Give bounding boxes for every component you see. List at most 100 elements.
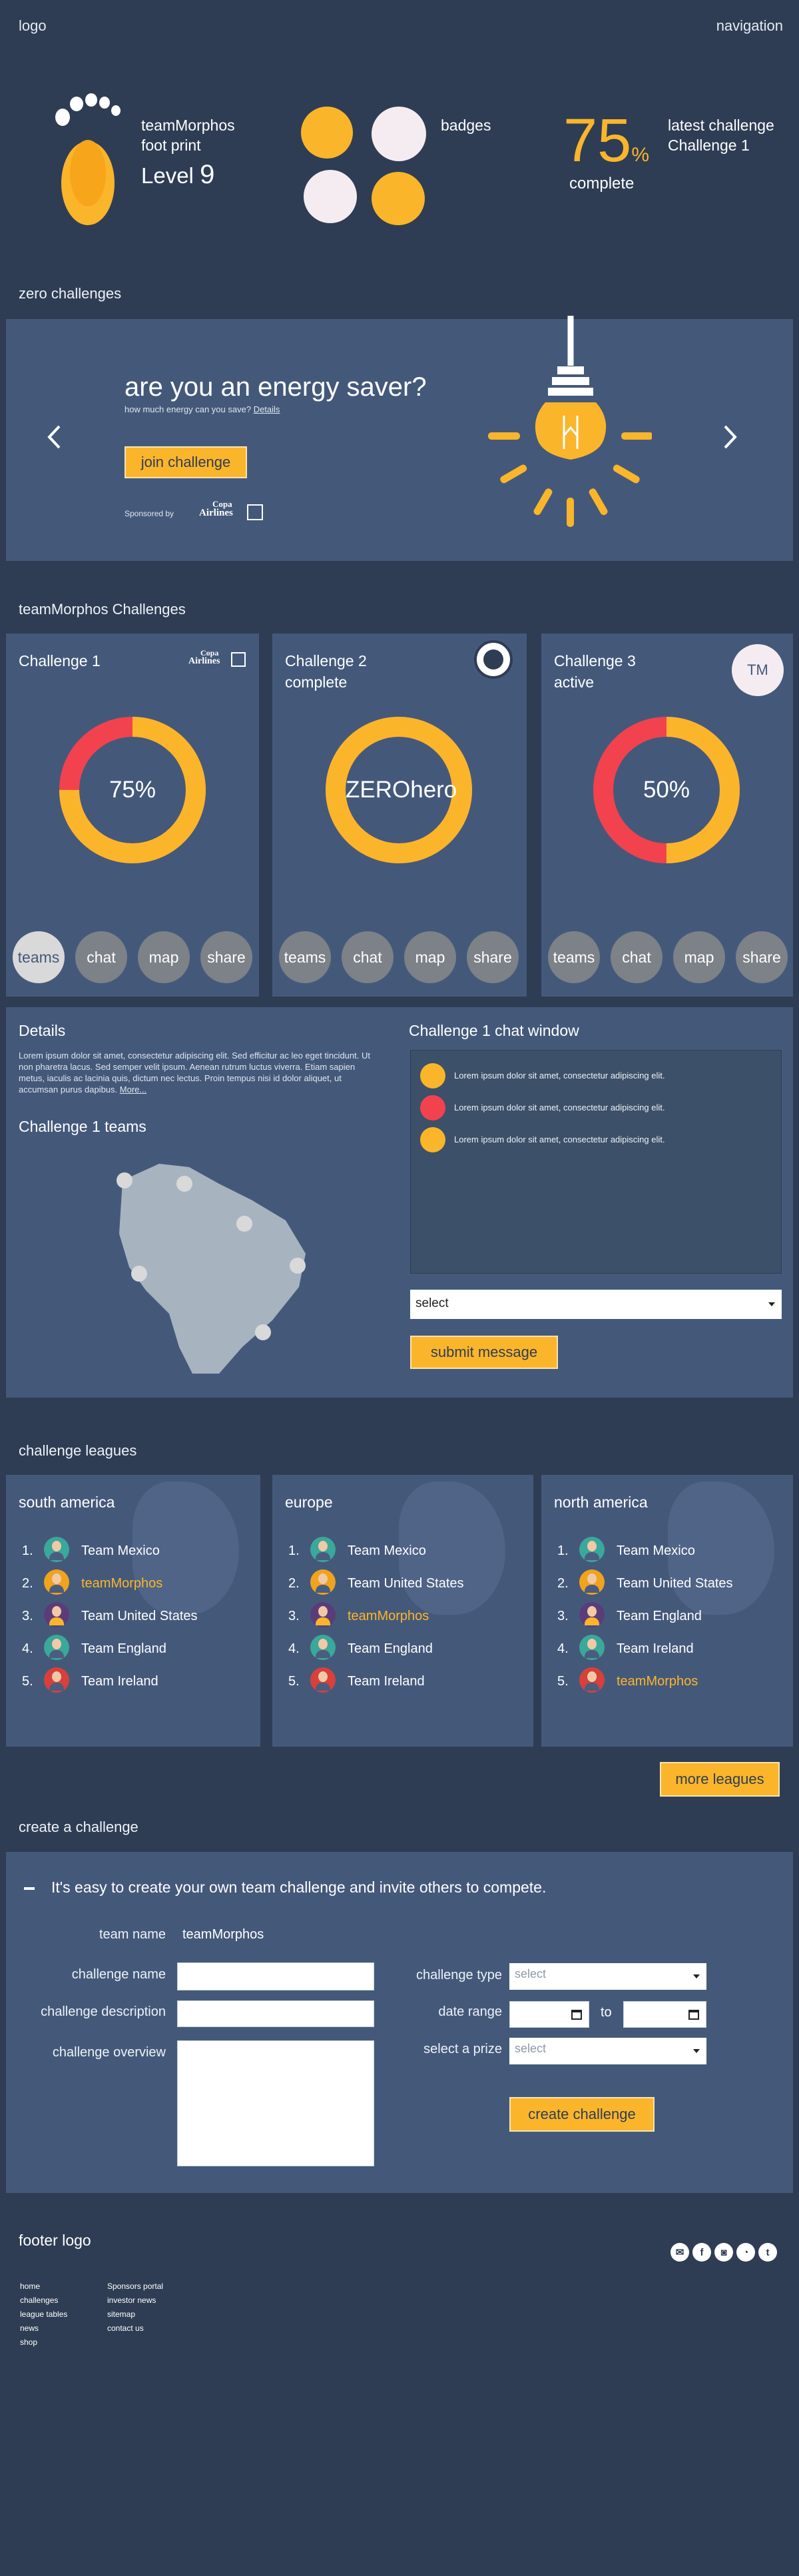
chevron-left-icon[interactable] <box>45 424 65 450</box>
action-teams-button[interactable]: teams <box>548 931 600 983</box>
instagram-icon[interactable]: ◙ <box>714 2243 733 2262</box>
challenge-description-field[interactable] <box>177 2000 374 2027</box>
league-team-name: Team Mexico <box>81 1543 160 1558</box>
footer-link[interactable]: Sponsors portal <box>107 2280 163 2294</box>
chat-select[interactable]: select <box>410 1290 782 1319</box>
action-teams-button[interactable]: teams <box>279 931 331 983</box>
chevron-right-icon[interactable] <box>720 424 740 450</box>
league-row[interactable]: 3. teamMorphos <box>272 1601 499 1633</box>
mail-icon[interactable]: ✉ <box>670 2243 689 2262</box>
league-row[interactable]: 5. Team Ireland <box>6 1666 232 1698</box>
avatar <box>579 1602 605 1627</box>
footer-link[interactable]: home <box>20 2280 67 2294</box>
footer-link[interactable]: sitemap <box>107 2308 163 2322</box>
league-team-name: teamMorphos <box>81 1576 163 1591</box>
avatar <box>579 1569 605 1595</box>
challenge-card[interactable]: Challenge 3 active TM 50% teams chat map share <box>541 634 793 997</box>
prize-select[interactable]: select <box>509 2038 706 2064</box>
league-row[interactable]: 3. Team United States <box>6 1601 232 1633</box>
date-start-field[interactable] <box>509 2001 589 2028</box>
league-rank: 2. <box>22 1576 33 1591</box>
action-share-button[interactable]: share <box>200 931 252 983</box>
league-row[interactable]: 4. Team England <box>272 1633 499 1665</box>
minus-icon[interactable] <box>24 1887 35 1890</box>
badge-gold[interactable] <box>372 172 425 225</box>
league-row[interactable]: 5. Team Ireland <box>272 1666 499 1698</box>
footer-link[interactable]: challenges <box>20 2294 67 2308</box>
badge-white[interactable] <box>372 107 426 161</box>
footer-link[interactable]: contact us <box>107 2322 163 2336</box>
league-row[interactable]: 3. Team England <box>541 1601 768 1633</box>
league-card: south america 1. Team Mexico 2. teamMorpho… <box>6 1475 260 1747</box>
details-title: Details <box>19 1022 66 1039</box>
rss-icon[interactable]: ◔ <box>736 2243 755 2262</box>
league-rank: 4. <box>288 1641 300 1656</box>
more-link[interactable]: More... <box>120 1084 146 1094</box>
league-row[interactable]: 4. Team Ireland <box>541 1633 768 1665</box>
footer-logo[interactable]: footer logo <box>19 2232 91 2250</box>
action-chat-button[interactable]: chat <box>611 931 663 983</box>
more-leagues-button[interactable]: more leagues <box>660 1762 780 1797</box>
league-row[interactable]: 2. teamMorphos <box>6 1568 232 1600</box>
league-row[interactable]: 1. Team Mexico <box>541 1535 768 1567</box>
action-map-button[interactable]: map <box>138 931 190 983</box>
avatar-head <box>318 1671 328 1682</box>
map-marker <box>290 1258 306 1274</box>
badges-grid[interactable] <box>301 107 434 226</box>
league-rank: 2. <box>288 1576 300 1591</box>
footer-link[interactable]: news <box>20 2322 67 2336</box>
league-row[interactable]: 2. Team United States <box>541 1568 768 1600</box>
create-panel: It's easy to create your own team challe… <box>6 1852 793 2193</box>
challenge-card[interactable]: Challenge 2 complete ZEROhero teams chat map s… <box>272 634 527 997</box>
league-row[interactable]: 4. Team England <box>6 1633 232 1665</box>
join-challenge-button[interactable]: join challenge <box>125 446 247 478</box>
calendar-icon[interactable] <box>571 2010 582 2020</box>
league-row[interactable]: 5. teamMorphos <box>541 1666 768 1698</box>
action-chat-button[interactable]: chat <box>342 931 394 983</box>
league-team-name: Team Ireland <box>617 1641 694 1656</box>
section-title-create: create a challenge <box>19 1819 138 1835</box>
league-row[interactable]: 1. Team Mexico <box>6 1535 232 1567</box>
footer-link[interactable]: league tables <box>20 2308 67 2322</box>
date-end-field[interactable] <box>623 2001 706 2028</box>
action-teams-button[interactable]: teams <box>13 931 65 983</box>
action-share-button[interactable]: share <box>467 931 519 983</box>
challenge-type-select[interactable]: select <box>509 1963 706 1990</box>
facebook-icon[interactable]: f <box>692 2243 711 2262</box>
navigation[interactable]: navigation <box>716 17 783 35</box>
badge-white[interactable] <box>304 170 357 223</box>
avatar <box>310 1667 336 1693</box>
foot-print-label: foot print <box>141 137 201 154</box>
twitter-icon[interactable]: t <box>758 2243 777 2262</box>
submit-message-button[interactable]: submit message <box>410 1336 558 1369</box>
logo[interactable]: logo <box>19 17 47 35</box>
challenge-name-field[interactable] <box>177 1962 374 1990</box>
challenge-cards: Challenge 1 Copa Airlines 75% teams chat map… <box>6 634 793 997</box>
social-icons: ✉ f ◙ ◔ t <box>670 2243 777 2262</box>
create-intro: It's easy to create your own team challe… <box>51 1879 547 1896</box>
map-marker <box>117 1172 133 1188</box>
prize-value: select <box>515 2042 547 2055</box>
challenge-overview-field[interactable] <box>177 2040 374 2166</box>
avatar-head <box>587 1573 597 1584</box>
map-marker <box>176 1176 192 1192</box>
action-map-button[interactable]: map <box>404 931 456 983</box>
footer-link[interactable]: shop <box>20 2336 67 2350</box>
details-link[interactable]: Details <box>254 404 280 414</box>
south-america-map[interactable] <box>93 1154 326 1380</box>
league-row[interactable]: 1. Team Mexico <box>272 1535 499 1567</box>
chevron-down-icon <box>693 1974 700 1978</box>
avatar <box>44 1667 69 1693</box>
badge-gold[interactable] <box>301 107 353 159</box>
action-map-button[interactable]: map <box>673 931 725 983</box>
action-share-button[interactable]: share <box>736 931 788 983</box>
action-chat-button[interactable]: chat <box>75 931 127 983</box>
challenge-card[interactable]: Challenge 1 Copa Airlines 75% teams chat map… <box>6 634 259 997</box>
footer-link[interactable]: investor news <box>107 2294 163 2308</box>
create-challenge-button[interactable]: create challenge <box>509 2097 655 2132</box>
avatar <box>310 1569 336 1595</box>
league-rank: 5. <box>557 1674 569 1689</box>
calendar-icon[interactable] <box>688 2010 699 2020</box>
latest-challenge-name[interactable]: Challenge 1 <box>668 137 750 155</box>
league-row[interactable]: 2. Team United States <box>272 1568 499 1600</box>
